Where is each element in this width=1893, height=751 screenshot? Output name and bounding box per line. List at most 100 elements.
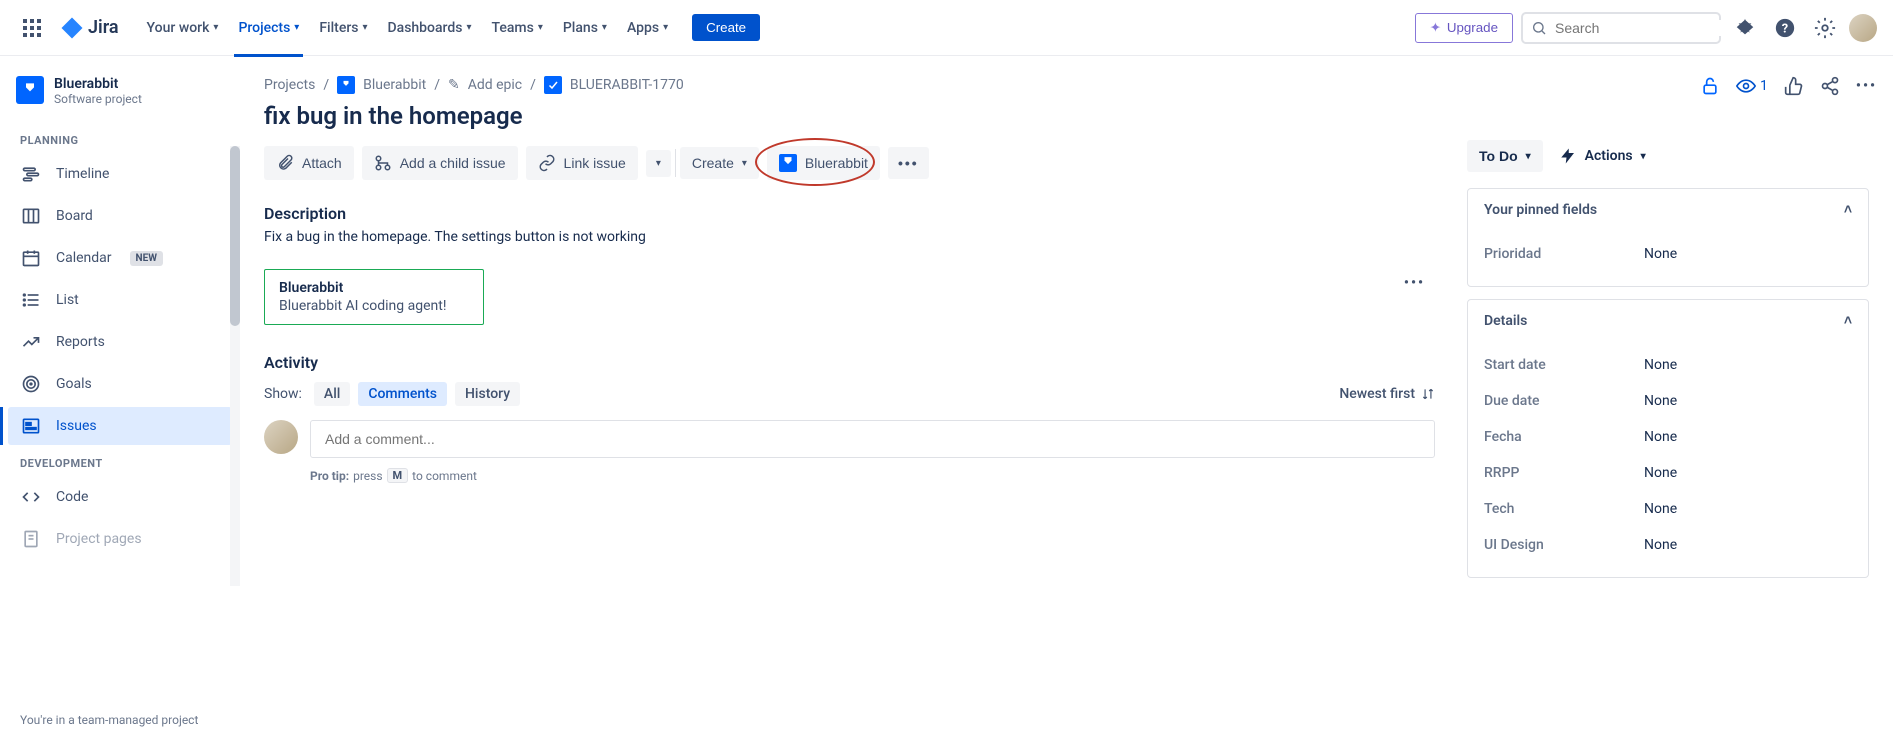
issues-icon [20,415,42,437]
actions-dropdown[interactable]: Actions ▾ [1559,147,1646,165]
new-badge: NEW [130,251,163,266]
sidebar-item-calendar[interactable]: Calendar NEW [8,239,232,277]
section-planning: PLANNING [8,126,232,155]
create-button[interactable]: Create [692,14,760,41]
share-icon[interactable] [1820,76,1840,96]
project-name: Bluerabbit [54,76,142,92]
project-small-icon [337,76,355,94]
tab-history[interactable]: History [455,382,520,406]
field-row[interactable]: UI DesignNone [1484,527,1852,563]
field-row[interactable]: FechaNone [1484,419,1852,455]
chevron-down-icon: ▾ [663,22,668,33]
like-icon[interactable] [1784,76,1804,96]
comment-input[interactable] [310,420,1435,458]
nav-plans[interactable]: Plans▾ [555,0,615,56]
nav-projects[interactable]: Projects▾ [230,0,307,56]
board-icon [20,205,42,227]
sidebar-item-timeline[interactable]: Timeline [8,155,232,193]
tab-all[interactable]: All [314,382,350,406]
chevron-down-icon: ▾ [466,22,471,33]
nav-apps[interactable]: Apps▾ [619,0,676,56]
chevron-down-icon: ▾ [1641,151,1646,162]
sidebar: Bluerabbit Software project PLANNING Tim… [0,56,240,751]
settings-icon[interactable] [1809,12,1841,44]
app-switcher-icon[interactable] [16,12,48,44]
bluerabbit-panel[interactable]: Bluerabbit Bluerabbit AI coding agent! [264,269,484,325]
child-issue-icon [374,154,392,172]
notifications-icon[interactable] [1729,12,1761,44]
pages-icon [20,528,42,550]
sidebar-item-reports[interactable]: Reports [8,323,232,361]
sidebar-item-goals[interactable]: Goals [8,365,232,403]
sidebar-item-project-pages[interactable]: Project pages [8,520,232,558]
nav-teams[interactable]: Teams▾ [484,0,551,56]
project-type: Software project [54,92,142,106]
field-row[interactable]: Start dateNone [1484,347,1852,383]
right-panel: To Do ▾ Actions ▾ Your pinned fields ˄ P… [1443,120,1893,610]
profile-avatar[interactable] [1849,14,1877,42]
panel-title: Bluerabbit [279,280,469,296]
chevron-down-icon: ▾ [213,22,218,33]
jira-logo[interactable]: Jira [52,16,127,40]
search-input[interactable] [1555,20,1736,36]
chevron-up-icon: ˄ [1844,312,1852,329]
search-box[interactable] [1521,12,1721,44]
field-row[interactable]: Prioridad None [1484,236,1852,272]
add-child-issue-button[interactable]: Add a child issue [362,146,518,180]
issue-title[interactable]: fix bug in the homepage [264,102,1435,130]
goals-icon [20,373,42,395]
create-dropdown-button[interactable]: Create ▾ [680,147,759,179]
breadcrumb-projects[interactable]: Projects [264,77,315,93]
chevron-down-icon: ▾ [656,158,661,169]
pinned-fields-card: Your pinned fields ˄ Prioridad None [1467,188,1869,287]
breadcrumb-project[interactable]: Bluerabbit [363,77,426,93]
nav-dashboards[interactable]: Dashboards▾ [380,0,480,56]
breadcrumb-issue-key[interactable]: BLUERABBIT-1770 [570,77,684,93]
field-row[interactable]: RRPPNone [1484,455,1852,491]
top-navigation: Jira Your work▾ Projects▾ Filters▾ Dashb… [0,0,1893,56]
user-avatar[interactable] [264,420,298,454]
panel-menu-icon[interactable]: ••• [1404,275,1425,291]
breadcrumb: Projects / Bluerabbit / ✎ Add epic / BLU… [264,76,1435,94]
attach-button[interactable]: Attach [264,146,354,180]
edit-icon: ✎ [448,77,460,93]
project-header[interactable]: Bluerabbit Software project [8,72,232,126]
link-issue-button[interactable]: Link issue [526,146,638,180]
sparkle-icon: ✦ [1430,20,1441,36]
sidebar-item-code[interactable]: Code [8,478,232,516]
section-development: DEVELOPMENT [8,449,232,478]
field-row[interactable]: Due dateNone [1484,383,1852,419]
details-header[interactable]: Details ˄ [1468,300,1868,341]
issue-more-icon[interactable]: ••• [1856,78,1877,94]
unlock-icon[interactable] [1700,76,1720,96]
status-dropdown[interactable]: To Do ▾ [1467,140,1543,172]
nav-filters[interactable]: Filters▾ [311,0,375,56]
more-actions-button[interactable]: ••• [888,147,929,179]
link-issue-dropdown[interactable]: ▾ [646,150,671,177]
description-text[interactable]: Fix a bug in the homepage. The settings … [264,229,1435,245]
pro-tip: Pro tip: press M to comment [310,468,1435,483]
sort-button[interactable]: Newest first [1339,386,1435,402]
ellipsis-icon: ••• [898,155,919,171]
tab-comments[interactable]: Comments [358,382,447,406]
sidebar-footer: You're in a team-managed project [8,705,232,735]
sidebar-item-issues[interactable]: Issues [8,407,232,445]
pinned-fields-header[interactable]: Your pinned fields ˄ [1468,189,1868,230]
chevron-down-icon: ▾ [538,22,543,33]
scrollbar-thumb[interactable] [230,146,240,326]
chevron-down-icon: ▾ [1526,151,1531,162]
sidebar-item-board[interactable]: Board [8,197,232,235]
product-name: Jira [88,17,119,38]
field-row[interactable]: TechNone [1484,491,1852,527]
nav-your-work[interactable]: Your work▾ [139,0,227,56]
search-icon [1531,20,1547,36]
upgrade-button[interactable]: ✦ Upgrade [1415,13,1513,43]
breadcrumb-add-epic[interactable]: Add epic [468,77,522,93]
watch-button[interactable]: 1 [1736,76,1768,96]
reports-icon [20,331,42,353]
help-icon[interactable]: ? [1769,12,1801,44]
sidebar-item-list[interactable]: List [8,281,232,319]
code-icon [20,486,42,508]
bluerabbit-app-button[interactable]: Bluerabbit [767,146,880,180]
comment-row: Pro tip: press M to comment [264,420,1435,483]
